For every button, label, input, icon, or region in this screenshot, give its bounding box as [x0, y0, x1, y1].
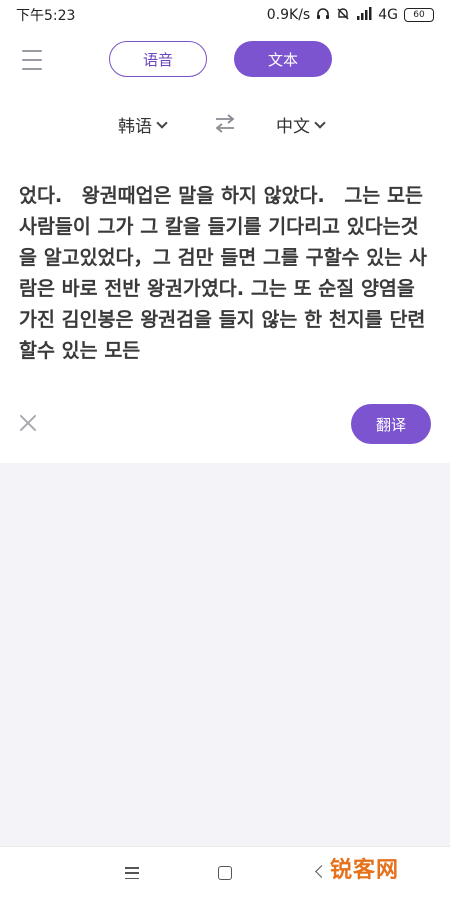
nav-recents-icon[interactable]	[125, 867, 139, 879]
network-type: 4G	[378, 7, 398, 23]
source-language-select[interactable]: 韩语	[118, 112, 168, 137]
language-bar: 韩语 中文	[0, 104, 450, 144]
target-language-label: 中文	[276, 117, 310, 137]
mute-bell-icon	[336, 7, 350, 24]
app-screen: 下午5:23 0.9K/s 4G 60 语音 文本 韩语 中文 었다. 왕권때업…	[0, 0, 450, 900]
clear-close-icon[interactable]	[19, 414, 37, 432]
chevron-down-icon	[156, 116, 168, 129]
source-text-input[interactable]: 었다. 왕권때업은 말을 하지 않았다. 그는 모든 사람들이 그가 그 칼을 …	[19, 180, 433, 380]
chevron-down-icon	[314, 116, 326, 129]
target-language-select[interactable]: 中文	[276, 112, 326, 137]
hamburger-menu-icon[interactable]	[22, 50, 42, 70]
net-speed: 0.9K/s	[266, 7, 311, 23]
nav-back-icon[interactable]	[315, 865, 328, 878]
top-bar: 语音 文本	[0, 40, 450, 80]
battery-icon: 60	[404, 8, 434, 22]
translate-button[interactable]: 翻译	[351, 404, 431, 444]
headphones-icon	[316, 7, 330, 23]
signal-icon	[356, 7, 372, 23]
status-time: 下午5:23	[16, 8, 76, 24]
nav-home-icon[interactable]	[218, 866, 232, 880]
watermark-logo: 锐客网	[330, 857, 400, 883]
status-icons: 0.9K/s 4G 60	[267, 7, 434, 24]
source-language-label: 韩语	[118, 117, 152, 137]
status-bar: 下午5:23 0.9K/s 4G 60	[0, 0, 450, 30]
tab-voice[interactable]: 语音	[109, 41, 207, 77]
translation-result-area	[0, 463, 450, 846]
swap-languages-icon[interactable]	[213, 112, 237, 134]
tab-text[interactable]: 文本	[234, 41, 332, 77]
